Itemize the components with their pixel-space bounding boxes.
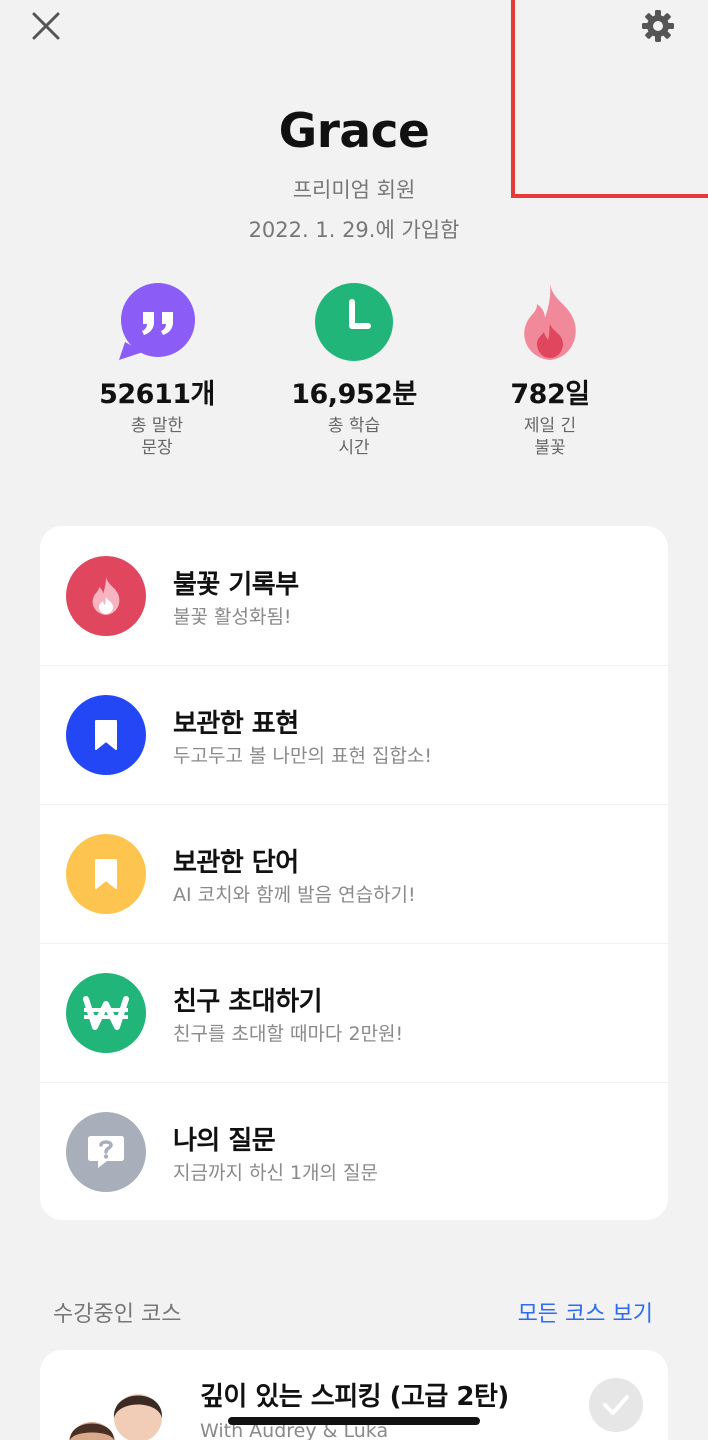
stat-value: 52611개: [99, 379, 215, 410]
menu-item-subtitle: 친구를 초대할 때마다 2만원!: [173, 1023, 404, 1045]
flame-icon: [510, 282, 590, 362]
avatar: [68, 1422, 116, 1440]
menu-item-title: 불꽃 기록부: [173, 570, 299, 600]
course-title: 깊이 있는 스피킹 (고급 2탄): [200, 1382, 509, 1412]
profile-name: Grace: [278, 104, 430, 159]
menu-item-saved-words[interactable]: 보관한 단어 AI 코치와 함께 발음 연습하기!: [40, 804, 668, 943]
close-icon: [32, 12, 60, 40]
menu-item-subtitle: AI 코치와 함께 발음 연습하기!: [173, 884, 416, 906]
stat-label-line2: 문장: [141, 438, 173, 458]
menu-item-invite-friends[interactable]: 친구 초대하기 친구를 초대할 때마다 2만원!: [40, 943, 668, 1082]
stat-label-line1: 총 학습: [327, 416, 381, 436]
stat-longest-streak: 782일 제일 긴 불꽃: [450, 282, 650, 459]
stat-label-line1: 제일 긴: [523, 416, 577, 436]
menu-item-title: 나의 질문: [173, 1126, 276, 1156]
avatar: [113, 1394, 163, 1440]
view-all-courses-link[interactable]: 모든 코스 보기: [518, 1296, 653, 1328]
home-indicator[interactable]: [228, 1417, 480, 1425]
clock-icon: [314, 282, 394, 362]
stat-sentences: 52611개 총 말한 문장: [57, 282, 257, 459]
stat-value: 16,952분: [291, 379, 417, 410]
close-button[interactable]: [26, 6, 66, 46]
won-icon: [66, 973, 146, 1053]
menu-item-subtitle: 지금까지 하신 1개의 질문: [173, 1162, 379, 1184]
stat-label-line2: 불꽃: [534, 438, 566, 458]
course-card[interactable]: 깊이 있는 스피킹 (고급 2탄) With Audrey & Luka: [40, 1350, 668, 1440]
menu-item-my-questions[interactable]: 나의 질문 지금까지 하신 1개의 질문: [40, 1082, 668, 1221]
menu-item-streak-log[interactable]: 불꽃 기록부 불꽃 활성화됨!: [40, 526, 668, 665]
menu-item-title: 친구 초대하기: [173, 987, 323, 1017]
bookmark-icon: [66, 695, 146, 775]
menu-item-saved-expressions[interactable]: 보관한 표현 두고두고 볼 나만의 표현 집합소!: [40, 665, 668, 804]
membership-tier: 프리미엄 회원: [292, 178, 416, 202]
instructor-avatars: [66, 1374, 166, 1440]
stat-study-time: 16,952분 총 학습 시간: [254, 282, 454, 459]
menu-item-subtitle: 불꽃 활성화됨!: [173, 606, 292, 628]
bookmark-icon: [66, 834, 146, 914]
quote-bubble-icon: [117, 282, 197, 362]
question-bubble-icon: [66, 1112, 146, 1192]
stat-label-line1: 총 말한: [130, 416, 184, 436]
menu-item-title: 보관한 단어: [173, 848, 299, 878]
section-title-courses: 수강중인 코스: [53, 1302, 182, 1327]
flame-icon: [66, 556, 146, 636]
stat-label-line2: 시간: [338, 438, 370, 458]
menu-item-title: 보관한 표현: [173, 709, 299, 739]
course-complete-toggle[interactable]: [589, 1378, 643, 1432]
checkmark-icon: [603, 1395, 629, 1415]
join-date: 2022. 1. 29.에 가입함: [248, 218, 460, 242]
stat-value: 782일: [510, 379, 590, 410]
menu-item-subtitle: 두고두고 볼 나만의 표현 집합소!: [173, 745, 433, 767]
menu-card: 불꽃 기록부 불꽃 활성화됨! 보관한 표현 두고두고 볼 나만의 표현 집합소…: [40, 526, 668, 1220]
highlight-annotation: [511, 0, 708, 198]
